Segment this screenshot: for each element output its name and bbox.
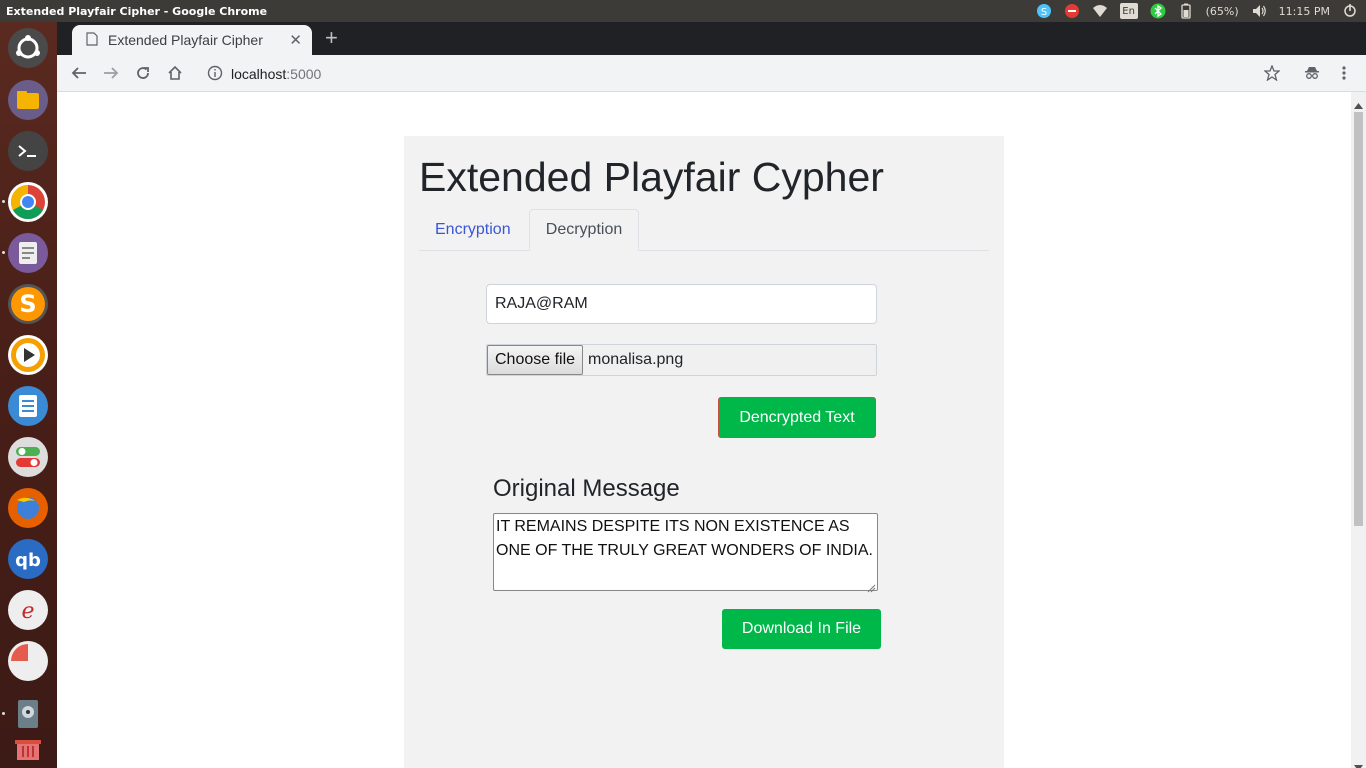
pie-chart-app-icon[interactable]: [8, 641, 48, 681]
disk-utility-icon[interactable]: [8, 694, 48, 734]
do-not-disturb-icon[interactable]: [1064, 3, 1080, 19]
battery-icon[interactable]: [1178, 3, 1194, 19]
page-scrollbar[interactable]: [1351, 92, 1366, 768]
svg-text:S: S: [19, 290, 36, 318]
window-title: Extended Playfair Cipher - Google Chrome: [6, 4, 268, 18]
media-player-icon[interactable]: [8, 335, 48, 375]
system-tray: S En (65%) 11:15 PM: [1036, 0, 1358, 22]
skype-icon[interactable]: S: [1036, 3, 1052, 19]
scrollbar-thumb[interactable]: [1354, 112, 1363, 526]
svg-text:e: e: [21, 599, 34, 624]
launcher-running-pip: [2, 251, 5, 254]
volume-icon[interactable]: [1251, 3, 1267, 19]
launcher-running-pip: [2, 712, 5, 715]
battery-percentage: (65%): [1205, 4, 1239, 18]
menu-kebab-icon[interactable]: [1334, 63, 1354, 83]
bluetooth-icon[interactable]: [1150, 3, 1166, 19]
ubuntu-dash-icon[interactable]: [8, 28, 48, 68]
page-title: Extended Playfair Cypher: [419, 154, 884, 200]
browser-tab-active[interactable]: Extended Playfair Cipher ✕: [72, 25, 312, 55]
files-icon[interactable]: [8, 80, 48, 120]
download-file-button[interactable]: Download In File: [722, 609, 881, 649]
incognito-extension-icon[interactable]: [1302, 63, 1322, 83]
forward-arrow-icon[interactable]: [101, 63, 121, 83]
reload-icon[interactable]: [133, 63, 153, 83]
wifi-icon[interactable]: [1092, 3, 1108, 19]
qbittorrent-icon[interactable]: qb: [8, 539, 48, 579]
text-editor-icon[interactable]: [8, 233, 48, 273]
trash-icon[interactable]: [8, 730, 48, 768]
keyboard-layout-indicator[interactable]: En: [1119, 3, 1138, 19]
new-tab-icon[interactable]: +: [325, 26, 338, 50]
resize-grip-icon[interactable]: [867, 580, 876, 593]
chrome-icon[interactable]: [8, 182, 48, 222]
terminal-icon[interactable]: [8, 131, 48, 171]
page-viewport: Extended Playfair Cypher Encryption Decr…: [57, 92, 1351, 768]
file-input[interactable]: Choose file monalisa.png: [486, 344, 877, 376]
sublime-text-icon[interactable]: S: [8, 284, 48, 324]
tab-decryption[interactable]: Decryption: [529, 209, 639, 251]
svg-text:qb: qb: [15, 550, 41, 571]
url-host: localhost: [231, 65, 287, 82]
key-input[interactable]: [486, 284, 877, 324]
address-bar[interactable]: localhost:5000: [197, 59, 1282, 88]
app-launcher: S qb e: [0, 22, 57, 768]
bookmark-star-icon[interactable]: [1262, 63, 1282, 83]
original-message-textarea[interactable]: IT REMAINS DESPITE ITS NON EXISTENCE AS …: [493, 513, 878, 591]
back-arrow-icon[interactable]: [69, 63, 89, 83]
document-viewer-icon[interactable]: [8, 386, 48, 426]
selected-file-name: monalisa.png: [588, 351, 684, 368]
close-tab-icon[interactable]: ✕: [289, 31, 302, 49]
original-message-label: Original Message: [493, 475, 680, 502]
evince-icon[interactable]: e: [8, 590, 48, 630]
choose-file-button[interactable]: Choose file: [487, 345, 584, 375]
home-icon[interactable]: [165, 63, 185, 83]
mode-tabs: Encryption Decryption: [419, 209, 989, 251]
tab-encryption[interactable]: Encryption: [419, 209, 527, 251]
browser-tab-strip: Extended Playfair Cipher ✕ +: [57, 22, 1366, 55]
url-port: :5000: [286, 65, 322, 82]
scroll-down-arrow-icon[interactable]: [1354, 758, 1363, 768]
cipher-card: Extended Playfair Cypher Encryption Decr…: [404, 136, 1004, 768]
decrypt-button[interactable]: Dencrypted Text: [718, 397, 876, 438]
browser-toolbar: localhost:5000: [57, 55, 1366, 92]
power-settings-icon[interactable]: [1342, 3, 1358, 19]
svg-text:S: S: [1040, 7, 1046, 18]
firefox-icon[interactable]: [8, 488, 48, 528]
page-favicon-icon: [86, 31, 98, 49]
system-top-bar: Extended Playfair Cipher - Google Chrome…: [0, 0, 1366, 22]
clock[interactable]: 11:15 PM: [1279, 5, 1330, 18]
site-info-icon[interactable]: [207, 65, 223, 84]
tab-title: Extended Playfair Cipher: [108, 32, 263, 48]
launcher-running-pip: [2, 200, 5, 203]
settings-toggle-icon[interactable]: [8, 437, 48, 477]
